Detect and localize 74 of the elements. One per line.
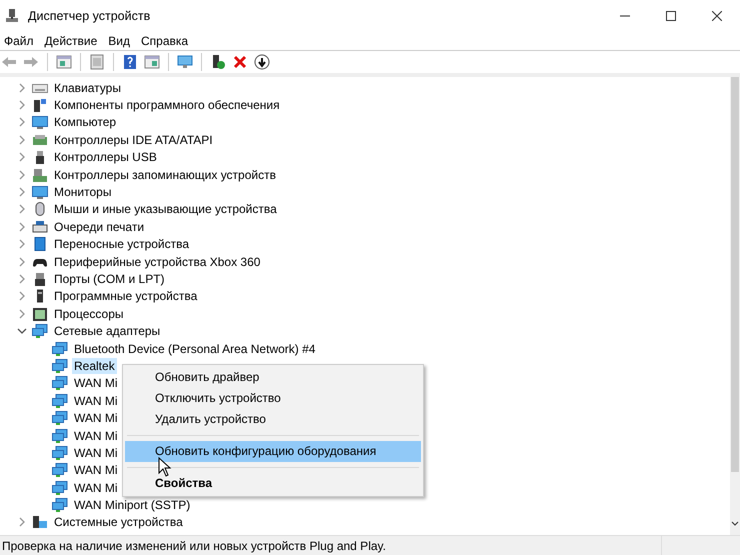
tree-item[interactable]: Программные устройства <box>52 288 200 304</box>
properties-icon[interactable] <box>89 54 105 70</box>
network-adapter-icon <box>52 411 68 426</box>
back-icon[interactable] <box>1 54 17 70</box>
tree-item[interactable]: WAN Mi <box>72 410 120 426</box>
close-icon <box>712 11 722 21</box>
menu-item[interactable]: Вид <box>104 32 137 50</box>
panel-icon[interactable] <box>56 54 72 70</box>
system-icon <box>32 515 48 530</box>
menu-item[interactable]: Отключить устройство <box>125 388 421 409</box>
tree-item[interactable]: Сетевые адаптеры <box>52 323 162 340</box>
tree-item[interactable]: WAN Mi <box>72 428 120 444</box>
tree-item[interactable]: WAN Mi <box>72 444 120 461</box>
device-manager-icon <box>4 8 20 24</box>
menu-item[interactable]: Свойства <box>125 473 421 494</box>
tree-item[interactable]: Переносные устройства <box>52 236 192 252</box>
monitor-icon <box>32 185 48 200</box>
menu-item[interactable]: Удалить устройство <box>125 409 421 430</box>
pane-icon[interactable] <box>144 54 160 70</box>
tree-item[interactable]: Процессоры <box>52 306 126 322</box>
menu-item[interactable]: Справка <box>137 32 196 50</box>
network-adapter-icon <box>52 463 68 478</box>
processor-icon <box>32 306 48 321</box>
network-adapter-icon <box>52 480 68 495</box>
tree-item[interactable]: Очереди печати <box>52 218 146 235</box>
menu-item[interactable]: Действие <box>40 32 104 50</box>
storage-icon <box>32 168 48 182</box>
network-adapter-icon <box>52 394 68 408</box>
tree-item[interactable]: Мыши и иные указывающие устройства <box>52 201 279 218</box>
component-icon <box>32 98 48 112</box>
download-icon[interactable] <box>254 54 270 70</box>
tree-item[interactable]: WAN Mi <box>72 480 120 496</box>
network-icon <box>32 324 48 338</box>
network-adapter-icon <box>52 428 68 442</box>
network-adapter-icon <box>52 446 68 460</box>
tree-item[interactable]: Мониторы <box>52 184 114 200</box>
menu-item[interactable]: Обновить конфигурацию оборудования <box>125 441 421 462</box>
computer-icon <box>32 115 48 130</box>
tree-item[interactable]: Контроллеры запоминающих устройств <box>52 166 278 183</box>
network-adapter-icon <box>52 358 68 373</box>
printer-icon <box>32 220 48 234</box>
tree-item[interactable]: WAN Mi <box>72 375 120 392</box>
network-adapter-icon <box>52 498 68 512</box>
tree-item[interactable]: Клавиатуры <box>52 80 123 96</box>
monitor-icon[interactable] <box>177 54 193 70</box>
tree-item[interactable]: Realtek <box>72 358 117 374</box>
tree-item[interactable]: WAN Miniport (SSTP) <box>72 497 192 514</box>
status-text: Проверка на наличие изменений или новых устройств Plug and Play. <box>0 536 662 555</box>
tree-item[interactable]: WAN Mi <box>72 462 120 478</box>
forward-icon[interactable] <box>23 54 39 70</box>
tree-item[interactable]: Периферийные устройства Xbox 360 <box>52 254 262 270</box>
tree-item[interactable]: Компоненты программного обеспечения <box>52 97 282 114</box>
menu-item[interactable]: Файл <box>0 32 41 50</box>
delete-icon[interactable] <box>232 54 248 70</box>
port-icon <box>32 272 48 286</box>
tree-item[interactable]: Порты (COM и LPT) <box>52 270 167 287</box>
tree-item[interactable]: Bluetooth Device (Personal Area Network) #4 <box>72 340 318 357</box>
network-adapter-icon <box>52 342 68 356</box>
maximize-icon <box>666 11 676 21</box>
driver-add-icon[interactable] <box>210 54 226 70</box>
tree-item[interactable]: Системные устройства <box>52 514 185 530</box>
menu-item[interactable]: Обновить драйвер <box>125 367 421 388</box>
tree-item[interactable]: Контроллеры USB <box>52 149 159 166</box>
cursor-icon <box>158 457 172 477</box>
network-adapter-icon <box>52 376 68 390</box>
scrollbar-thumb[interactable] <box>731 77 739 472</box>
window-title: Диспетчер устройств <box>28 8 152 25</box>
help-icon[interactable] <box>122 54 138 70</box>
tablet-icon <box>32 237 48 252</box>
scroll-down-icon <box>731 521 739 527</box>
controller-icon <box>32 132 48 147</box>
tree-item[interactable]: Компьютер <box>52 114 118 130</box>
tree-item[interactable]: WAN Mi <box>72 392 120 409</box>
tree-item[interactable]: Контроллеры IDE ATA/ATAPI <box>52 132 215 148</box>
